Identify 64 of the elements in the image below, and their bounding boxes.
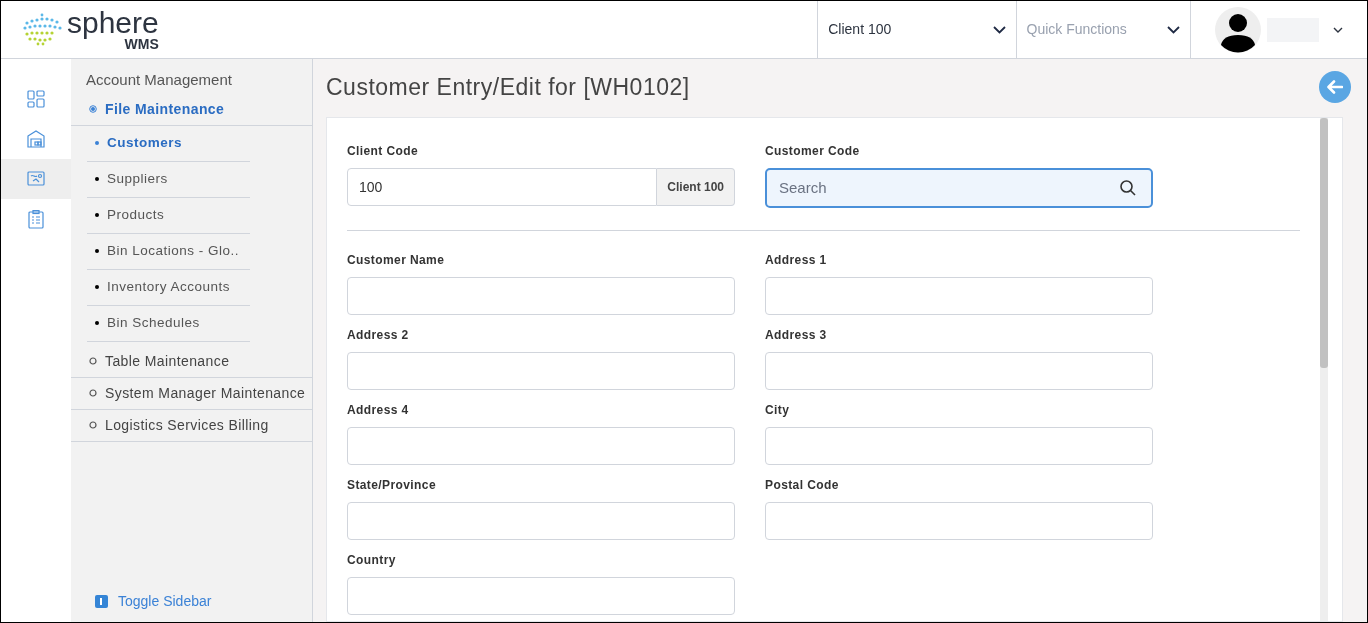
field-label: State/Province — [347, 477, 437, 494]
sidebar-link[interactable]: Customers — [87, 125, 250, 162]
logo-subtitle: WMS — [124, 36, 159, 51]
bullet-icon — [95, 141, 99, 145]
client-name-addon: Client 100 — [657, 168, 735, 206]
sidebar-link[interactable]: Products — [87, 197, 250, 234]
scrollbar[interactable] — [1320, 118, 1328, 621]
bullet-icon — [95, 321, 99, 325]
sidebar-link[interactable]: Inventory Accounts — [87, 269, 250, 306]
field-label: Address 2 — [347, 327, 410, 344]
circle-icon — [89, 389, 97, 397]
arrow-left-icon — [1327, 80, 1343, 94]
circle-icon — [89, 357, 97, 365]
text-field[interactable] — [765, 427, 1153, 465]
warehouse-icon — [27, 129, 45, 149]
toggle-sidebar-button[interactable]: Toggle Sidebar — [71, 591, 312, 612]
chevron-down-icon — [992, 25, 1006, 34]
field-label: City — [765, 402, 791, 419]
text-field[interactable] — [347, 577, 735, 615]
clipboard-icon — [27, 209, 45, 229]
text-field[interactable] — [347, 502, 735, 540]
chevron-down-icon — [1333, 26, 1343, 33]
nav-rail-item[interactable] — [1, 159, 71, 199]
bullet-icon — [95, 249, 99, 253]
field-label: Postal Code — [765, 477, 840, 494]
bullet-icon — [95, 285, 99, 289]
client-code-field[interactable]: 100 — [347, 168, 658, 206]
map-icon — [27, 169, 45, 189]
sidebar-link[interactable]: Suppliers — [87, 161, 250, 198]
avatar-icon — [1215, 6, 1261, 53]
sidebar-title: Account Management — [85, 70, 233, 90]
field-label: Customer Code — [765, 143, 861, 160]
text-field[interactable] — [347, 427, 735, 465]
back-button[interactable] — [1319, 71, 1351, 103]
sidebar-section[interactable]: System Manager Maintenance — [71, 377, 312, 410]
text-field[interactable] — [765, 502, 1153, 540]
bullet-icon — [95, 177, 99, 181]
field-label: Address 4 — [347, 402, 410, 419]
sidebar-section[interactable]: Table Maintenance — [71, 345, 312, 378]
chevron-down-icon — [1167, 25, 1180, 34]
text-field[interactable] — [765, 277, 1153, 315]
sidebar-link[interactable]: Bin Locations - Glo.. — [87, 233, 250, 270]
sidebar-link[interactable]: Bin Schedules — [87, 305, 250, 342]
field-label: Address 3 — [765, 327, 828, 344]
text-field[interactable] — [765, 352, 1153, 390]
radio-dot-icon — [89, 105, 97, 113]
search-icon — [1119, 179, 1137, 197]
text-field[interactable] — [347, 277, 735, 315]
client-select[interactable]: Client 100 — [817, 1, 1016, 58]
bullet-icon — [95, 213, 99, 217]
field-label: Client Code — [347, 143, 420, 160]
field-label: Customer Name — [347, 252, 446, 269]
logo-name: sphere — [67, 8, 159, 37]
page-title: Customer Entry/Edit for [WH0102] — [326, 72, 690, 102]
field-label: Country — [347, 552, 397, 569]
customer-code-search-field[interactable]: Search — [765, 168, 1153, 208]
sidebar-section[interactable]: Logistics Services Billing — [71, 409, 312, 442]
field-label: Address 1 — [765, 252, 828, 269]
dashboard-icon — [27, 89, 45, 109]
text-field[interactable] — [347, 352, 735, 390]
sidebar-icon — [95, 595, 108, 608]
globe-dots-icon — [21, 12, 63, 47]
circle-icon — [89, 421, 97, 429]
sidebar-section[interactable]: File Maintenance — [71, 93, 312, 126]
